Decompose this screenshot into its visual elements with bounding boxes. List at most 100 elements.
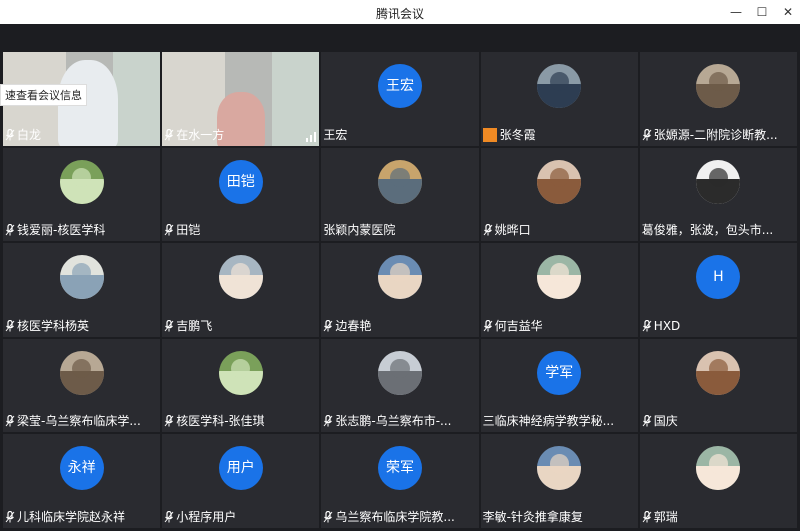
participant-tile[interactable]: H HXD bbox=[639, 243, 797, 337]
participant-name-row: 核医学科-张佳琪 bbox=[164, 412, 317, 430]
participant-tile[interactable]: 边春艳 bbox=[321, 243, 479, 337]
participant-name: 乌兰察布临床学院教... bbox=[335, 509, 455, 524]
participant-name: 郭瑞 bbox=[653, 509, 678, 524]
microphone-muted-icon bbox=[642, 415, 652, 427]
participant-name-row: 葛俊雅，张波，包头市... bbox=[642, 221, 795, 239]
microphone-muted-icon bbox=[483, 319, 492, 332]
avatar-photo-detail bbox=[390, 167, 410, 187]
participant-tile[interactable]: 何吉益华 bbox=[480, 243, 638, 337]
participant-name-row: 白龙 bbox=[5, 126, 158, 144]
participant-tile[interactable]: 荣军 乌兰察布临床学院教... bbox=[321, 434, 479, 528]
participant-tile[interactable]: 永祥儿科临床学院赵永祥 bbox=[3, 434, 161, 528]
avatar-photo-detail bbox=[549, 454, 569, 474]
participant-name: 三临床神经病学教学秘... bbox=[482, 414, 615, 429]
avatar bbox=[377, 350, 422, 395]
participant-name-row: 国庆 bbox=[642, 412, 795, 430]
participant-name-row: 边春艳 bbox=[323, 317, 476, 335]
participant-tile[interactable]: 李敏-针灸推拿康复 bbox=[480, 434, 638, 528]
participant-tile[interactable]: 姚晔口 bbox=[480, 147, 638, 242]
participant-tile[interactable]: 葛俊雅，张波，包头市... bbox=[639, 147, 797, 242]
participant-name: 葛俊雅，张波，包头市... bbox=[641, 223, 774, 238]
participant-name: 吉鹏飞 bbox=[176, 318, 213, 333]
participant-name: 田铠 bbox=[176, 223, 201, 238]
microphone-muted-icon bbox=[5, 510, 15, 523]
avatar bbox=[696, 350, 741, 395]
participant-tile[interactable]: 张志鹏-乌兰察布市-... bbox=[321, 338, 479, 433]
participant-name: 在水一方 bbox=[176, 127, 225, 142]
minimize-button[interactable]: — bbox=[725, 3, 747, 21]
participant-name-row: 姚晔口 bbox=[483, 221, 636, 239]
participant-tile[interactable]: 核医学科-张佳琪 bbox=[162, 338, 320, 433]
participant-tile[interactable]: 钱爱丽-核医学科 bbox=[3, 147, 161, 242]
participant-name-row: 张冬霞 bbox=[482, 126, 636, 144]
avatar: 田铠 bbox=[218, 159, 263, 204]
participant-tile[interactable]: 郭瑞 bbox=[639, 434, 797, 528]
microphone-muted-icon bbox=[164, 415, 174, 427]
microphone-muted-icon bbox=[324, 415, 333, 427]
participant-name-row: 乌兰察布临床学院教... bbox=[323, 508, 476, 526]
avatar-photo-detail bbox=[390, 263, 410, 283]
avatar bbox=[59, 255, 104, 300]
window-title: 腾讯会议 bbox=[375, 7, 424, 21]
avatar: 永祥 bbox=[59, 446, 104, 491]
avatar-photo-detail bbox=[71, 167, 92, 187]
host-icon bbox=[482, 127, 497, 142]
participant-name-row: 张颖内蒙医院 bbox=[323, 221, 476, 239]
avatar-photo-detail bbox=[708, 454, 729, 474]
participant-name: 何吉益华 bbox=[494, 318, 543, 333]
participant-tile[interactable]: 张嫄源-二附院诊断教... bbox=[639, 52, 797, 146]
participant-tile[interactable]: 王宏 王宏 bbox=[321, 52, 479, 146]
participant-name: 钱爱丽-核医学科 bbox=[17, 223, 106, 238]
avatar bbox=[218, 350, 263, 395]
participant-name: 姚晔口 bbox=[494, 223, 531, 238]
participant-name-row: 张嫄源-二附院诊断教... bbox=[642, 126, 795, 144]
participant-tile[interactable]: 张冬霞 bbox=[480, 52, 638, 146]
participant-tile[interactable]: 核医学科杨英 bbox=[3, 243, 161, 337]
participant-tile[interactable]: 张颖内蒙医院 bbox=[321, 147, 479, 242]
avatar bbox=[218, 255, 263, 300]
participant-name: 核医学科-张佳琪 bbox=[176, 414, 265, 429]
participant-tile[interactable]: 梁莹-乌兰察布临床学... bbox=[3, 338, 161, 433]
microphone-muted-icon bbox=[642, 510, 652, 523]
avatar: 王宏 bbox=[377, 64, 422, 108]
participant-name: 核医学科杨英 bbox=[17, 318, 90, 333]
avatar: 学军 bbox=[537, 350, 582, 395]
participant-name-row: 儿科临床学院赵永祥 bbox=[5, 508, 158, 526]
participant-name-row: 小程序用户 bbox=[164, 508, 317, 526]
microphone-muted-icon bbox=[324, 510, 333, 523]
participant-tile[interactable]: 在水一方 bbox=[162, 52, 320, 146]
avatar bbox=[696, 159, 741, 204]
participant-name: 李敏-针灸推拿康复 bbox=[482, 509, 583, 524]
meeting-info-tooltip[interactable]: 速查看会议信息 bbox=[0, 84, 87, 106]
participant-name: 张颖内蒙医院 bbox=[323, 223, 396, 238]
participant-tile[interactable]: 学军三临床神经病学教学秘... bbox=[480, 338, 638, 433]
participant-name-row: 三临床神经病学教学秘... bbox=[483, 412, 636, 430]
avatar bbox=[537, 255, 582, 300]
avatar bbox=[59, 159, 104, 204]
participant-name-row: 梁莹-乌兰察布临床学... bbox=[5, 412, 158, 430]
participant-name-row: 张志鹏-乌兰察布市-... bbox=[323, 412, 476, 430]
microphone-muted-icon bbox=[642, 128, 652, 141]
participant-tile[interactable]: 国庆 bbox=[639, 338, 797, 433]
close-button[interactable]: ✕ bbox=[777, 3, 799, 21]
participant-name-row: 李敏-针灸推拿康复 bbox=[483, 508, 636, 526]
participant-tile[interactable]: 用户 小程序用户 bbox=[162, 434, 320, 528]
avatar bbox=[537, 64, 582, 108]
participant-tile[interactable]: 田铠 田铠 bbox=[162, 147, 320, 242]
participant-name: 张志鹏-乌兰察布市-... bbox=[335, 414, 452, 429]
maximize-button[interactable]: ☐ bbox=[751, 3, 773, 21]
microphone-muted-icon bbox=[164, 128, 174, 141]
participant-name: 边春艳 bbox=[335, 318, 372, 333]
avatar bbox=[377, 255, 422, 300]
participant-name: 儿科临床学院赵永祥 bbox=[17, 509, 126, 524]
meeting-video-area: 白龙 在水一方 王宏 王宏 张冬霞 张嫄源-二附院诊断教... 钱爱丽-核医学科 田铠 田铠 张颖… bbox=[0, 24, 800, 531]
participant-name: 小程序用户 bbox=[176, 509, 237, 524]
microphone-muted-icon bbox=[164, 510, 174, 523]
avatar bbox=[377, 159, 422, 204]
participant-name-row: 何吉益华 bbox=[483, 317, 636, 335]
participant-name-row: 吉鹏飞 bbox=[164, 317, 317, 335]
participant-tile[interactable]: 吉鹏飞 bbox=[162, 243, 320, 337]
avatar bbox=[537, 159, 582, 204]
avatar-photo-detail bbox=[549, 167, 569, 187]
microphone-muted-icon bbox=[164, 319, 174, 332]
